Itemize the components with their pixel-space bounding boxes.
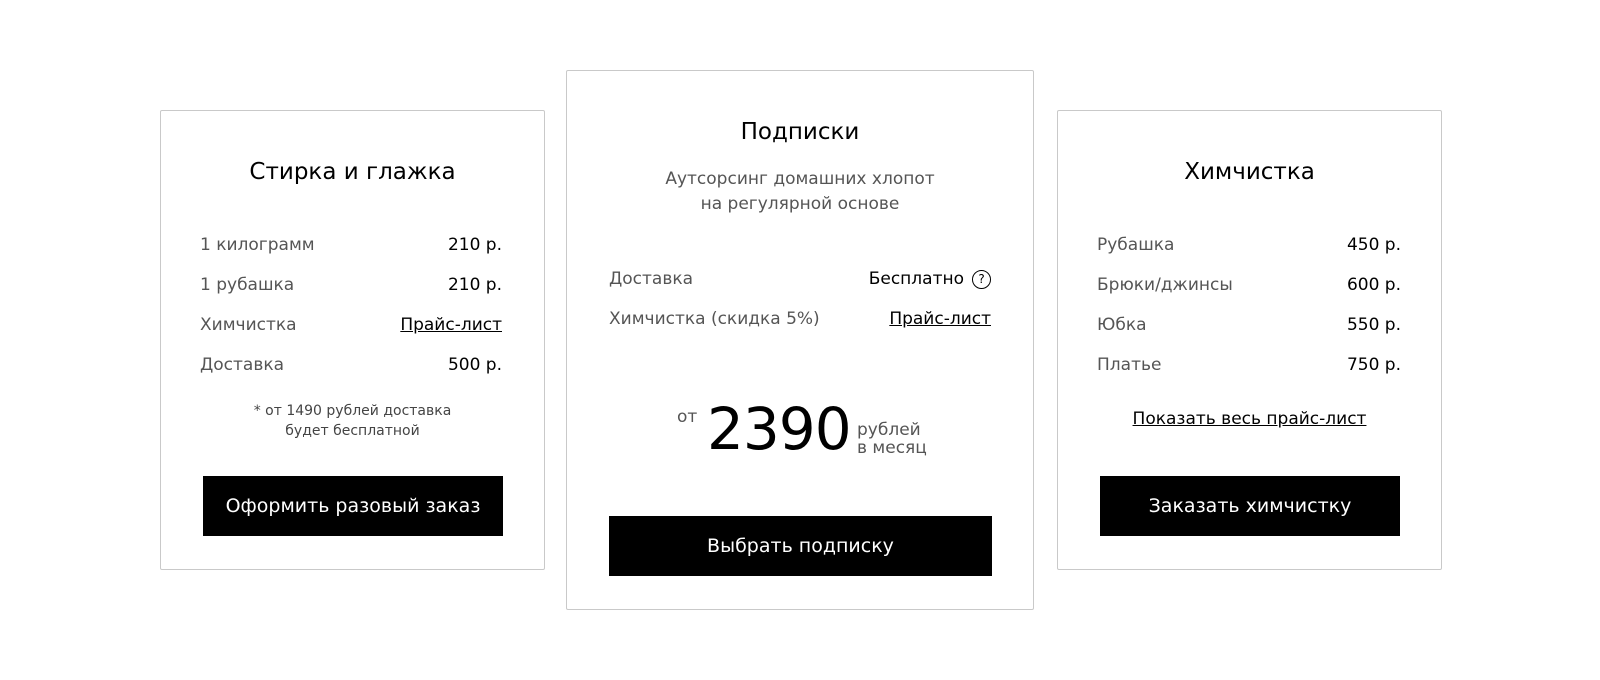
laundry-card: Стирка и глажка 1 килограмм 210 р. 1 руб… [160, 110, 545, 570]
price-row-label: 1 рубашка [200, 275, 295, 295]
price-row-value: 450 р. [1346, 235, 1401, 255]
subscription-card: Подписки Аутсорсинг домашних хлопот на р… [566, 70, 1034, 610]
price-row: Брюки/джинсы 600 р. [1097, 273, 1401, 297]
subscription-row-label: Химчистка (скидка 5%) [609, 309, 820, 329]
subscription-subtitle-line: на регулярной основе [700, 194, 900, 214]
price-row-label: 1 килограмм [200, 235, 315, 255]
help-icon[interactable]: ? [972, 269, 991, 289]
free-delivery-note: * от 1490 рублей доставка будет бесплатн… [161, 401, 544, 441]
price-row: 1 килограмм 210 р. [200, 233, 502, 257]
subscription-subtitle: Аутсорсинг домашних хлопот на регулярной… [567, 167, 1033, 217]
laundry-card-title: Стирка и глажка [249, 159, 456, 185]
price-unit-line: рублей [857, 420, 921, 440]
price-row-label: Брюки/джинсы [1097, 275, 1233, 295]
subscription-row: Химчистка (скидка 5%) Прайс-лист [609, 307, 991, 331]
subscription-row: Доставка Бесплатно ? [609, 267, 991, 291]
price-from-label: от [677, 407, 698, 427]
subscription-subtitle-line: Аутсорсинг домашних хлопот [665, 169, 935, 189]
choose-subscription-button[interactable]: Выбрать подписку [609, 516, 992, 576]
price-row-value: 550 р. [1346, 315, 1401, 335]
price-amount: 2390 [707, 395, 852, 463]
subscription-pricelist-link[interactable]: Прайс-лист [889, 309, 991, 329]
show-full-pricelist-link[interactable]: Показать весь прайс-лист [1058, 409, 1441, 429]
subscription-row-value: Бесплатно ? [869, 269, 991, 289]
price-row-value: 750 р. [1346, 355, 1401, 375]
price-row: Рубашка 450 р. [1097, 233, 1401, 257]
price-row-value: 210 р. [447, 235, 502, 255]
one-time-order-button[interactable]: Оформить разовый заказ [203, 476, 503, 536]
delivery-free-text: Бесплатно [868, 269, 964, 289]
price-row: 1 рубашка 210 р. [200, 273, 502, 297]
free-delivery-note-line: * от 1490 рублей доставка [253, 403, 452, 419]
order-dry-cleaning-button[interactable]: Заказать химчистку [1100, 476, 1400, 536]
price-unit-line: в месяц [857, 438, 927, 458]
price-row-value: 600 р. [1346, 275, 1401, 295]
price-row: Платье 750 р. [1097, 353, 1401, 377]
price-row-value: 210 р. [447, 275, 502, 295]
price-unit: рублей в месяц [857, 421, 927, 457]
price-row: Химчистка Прайс-лист [200, 313, 502, 337]
dry-cleaning-pricelist-link[interactable]: Прайс-лист [400, 315, 502, 335]
price-row-value: 500 р. [447, 355, 502, 375]
dry-cleaning-card: Химчистка Рубашка 450 р. Брюки/джинсы 60… [1057, 110, 1442, 570]
dry-cleaning-card-title: Химчистка [1184, 159, 1315, 185]
price-row: Доставка 500 р. [200, 353, 502, 377]
subscription-price: от 2390 рублей в месяц [567, 395, 1033, 471]
price-row-label: Платье [1097, 355, 1162, 375]
price-row-label: Химчистка [200, 315, 297, 335]
subscription-row-label: Доставка [609, 269, 694, 289]
price-row-label: Доставка [200, 355, 285, 375]
price-row-label: Юбка [1097, 315, 1147, 335]
price-row: Юбка 550 р. [1097, 313, 1401, 337]
free-delivery-note-line: будет бесплатной [285, 423, 420, 439]
price-row-label: Рубашка [1097, 235, 1175, 255]
subscription-card-title: Подписки [740, 119, 860, 145]
